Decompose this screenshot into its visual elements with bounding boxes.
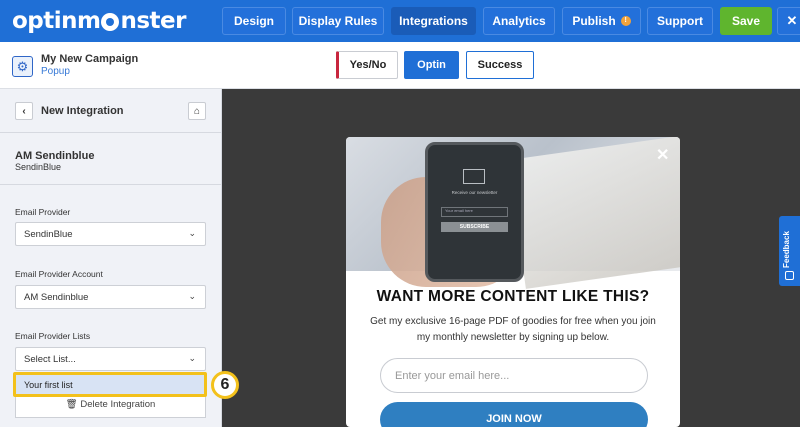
step-callout: 6: [211, 371, 239, 399]
publish-warning-icon: !: [620, 16, 631, 26]
chevron-down-icon: ⌄: [188, 291, 196, 301]
home-icon[interactable]: ⌂: [188, 102, 206, 120]
email-account-label: Email Provider Account: [15, 269, 103, 279]
phone-image: Receive our newsletter Your email here S…: [425, 142, 524, 282]
gear-icon[interactable]: ⚙: [12, 56, 33, 77]
email-input[interactable]: Enter your email here...: [380, 358, 648, 393]
monster-eye-icon: [101, 13, 120, 31]
top-navigation-bar: optinm nster Design Display Rules Integra…: [0, 0, 800, 42]
sidebar-title: New Integration: [41, 105, 124, 117]
nav-display-rules-button[interactable]: Display Rules: [292, 7, 384, 35]
hero-image: Receive our newsletter Your email here S…: [346, 137, 680, 289]
book-image: [507, 137, 680, 289]
campaign-name: My New Campaign: [41, 53, 139, 65]
optin-popup-preview: Receive our newsletter Your email here S…: [346, 137, 680, 427]
email-provider-label: Email Provider: [15, 207, 71, 217]
view-tab-success[interactable]: Success: [466, 51, 534, 79]
logo-text-right: nster: [120, 8, 186, 34]
popup-description: Get my exclusive 16-page PDF of goodies …: [370, 316, 656, 343]
feedback-icon: [785, 271, 794, 280]
view-tab-yes-no[interactable]: Yes/No: [336, 51, 398, 79]
close-builder-button[interactable]: ✕: [777, 7, 800, 35]
campaign-bar: ⚙ My New Campaign Popup Yes/No Optin Suc…: [0, 42, 800, 89]
email-provider-select[interactable]: SendinBlue ⌄: [15, 222, 206, 246]
close-icon[interactable]: ✕: [656, 145, 669, 165]
campaign-type: Popup: [41, 66, 70, 77]
nav-design-button[interactable]: Design: [222, 7, 286, 35]
delete-integration-button[interactable]: 🗑 Delete Integration: [16, 399, 205, 410]
email-lists-value: Select List...: [24, 353, 76, 365]
popup-title: WANT MORE CONTENT LIKE THIS?: [376, 288, 650, 305]
phone-caption: Receive our newsletter: [451, 190, 498, 195]
publish-label: Publish: [572, 14, 616, 28]
nav-support-button[interactable]: Support: [647, 7, 713, 35]
email-account-value: AM Sendinblue: [24, 291, 89, 303]
feedback-tab[interactable]: Feedback: [779, 216, 800, 286]
logo-text-left: optinm: [12, 8, 101, 34]
nav-publish-button[interactable]: Publish!: [562, 7, 641, 35]
email-lists-select[interactable]: Select List... ⌄: [15, 347, 206, 371]
save-button[interactable]: Save: [720, 7, 772, 35]
chevron-down-icon: ⌄: [188, 353, 196, 363]
email-account-select[interactable]: AM Sendinblue ⌄: [15, 285, 206, 309]
email-lists-label: Email Provider Lists: [15, 331, 91, 341]
highlight-box: [13, 372, 207, 397]
sidebar-header: ‹ New Integration ⌂: [0, 89, 221, 133]
nav-analytics-button[interactable]: Analytics: [483, 7, 555, 35]
trash-icon: 🗑: [65, 399, 78, 410]
back-button[interactable]: ‹: [15, 102, 33, 120]
feedback-label: Feedback: [782, 231, 791, 268]
optinmonster-logo[interactable]: optinm nster: [12, 7, 186, 35]
phone-input: Your email here: [441, 207, 508, 217]
chevron-down-icon: ⌄: [188, 228, 196, 238]
join-now-button[interactable]: JOIN NOW: [380, 402, 648, 427]
integration-sidebar: ‹ New Integration ⌂ AM Sendinblue Sendin…: [0, 89, 239, 427]
email-provider-value: SendinBlue: [24, 228, 73, 240]
integration-provider: SendinBlue: [15, 162, 62, 172]
nav-integrations-button[interactable]: Integrations: [391, 7, 476, 35]
phone-button: SUBSCRIBE: [441, 222, 508, 232]
envelope-icon: [463, 169, 485, 184]
view-tab-optin[interactable]: Optin: [404, 51, 459, 79]
delete-label: Delete Integration: [80, 399, 156, 410]
divider: [0, 184, 221, 185]
integration-name: AM Sendinblue: [15, 150, 95, 162]
